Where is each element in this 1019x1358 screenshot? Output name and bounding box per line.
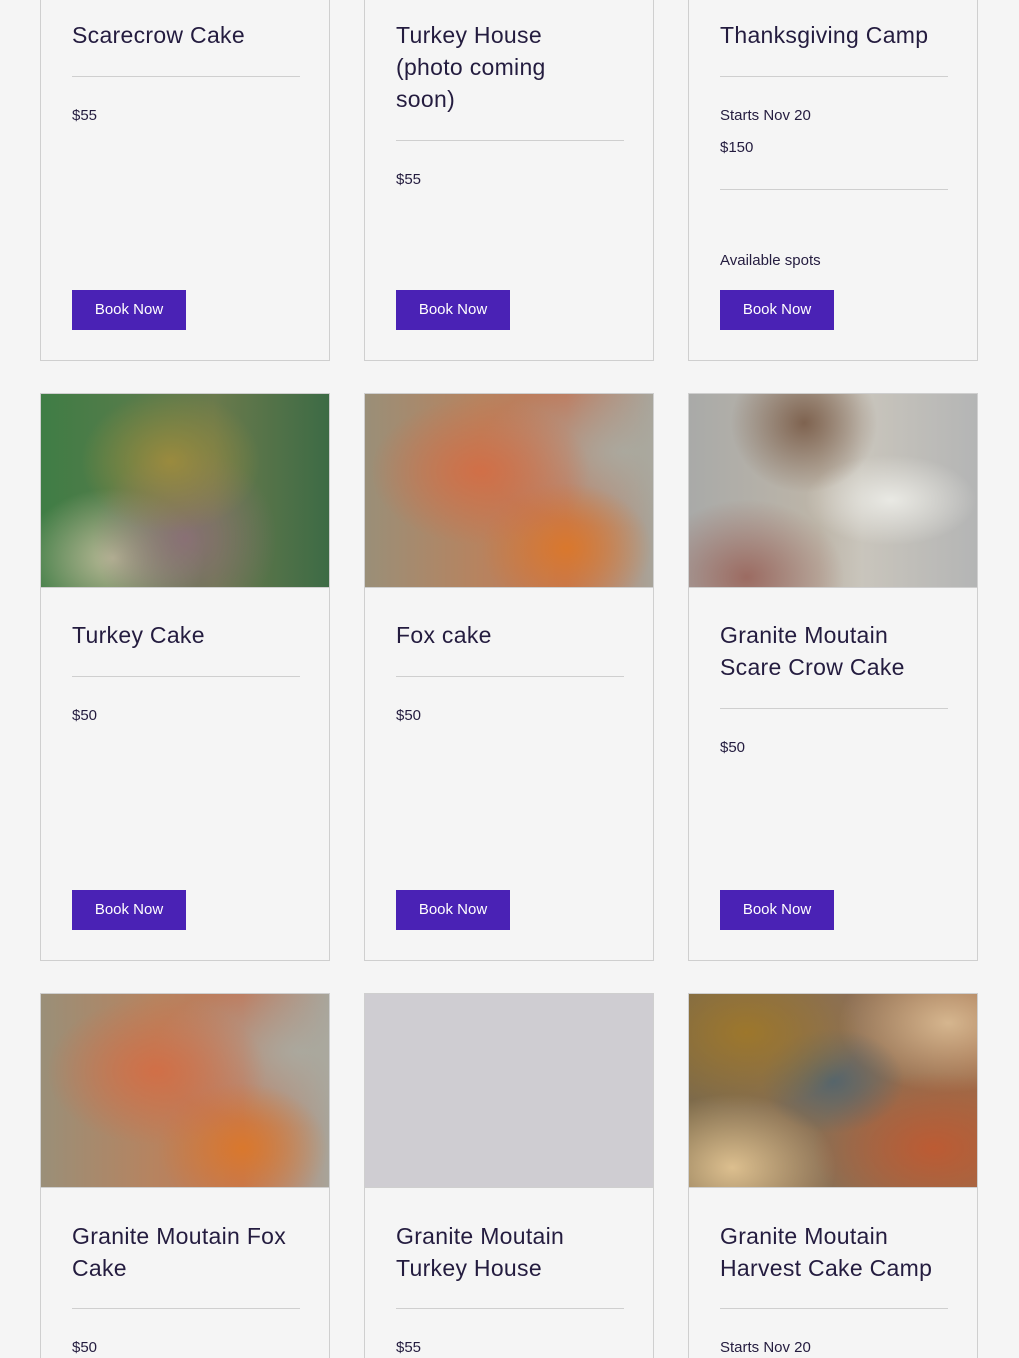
divider (720, 76, 948, 77)
service-title[interactable]: Turkey Cake (72, 619, 302, 651)
divider (720, 708, 948, 709)
service-price: $55 (72, 107, 98, 124)
service-price: $50 (720, 739, 746, 756)
scarecrow-cake-image[interactable] (689, 394, 977, 588)
service-price: $50 (72, 707, 98, 724)
image-placeholder[interactable] (365, 994, 653, 1188)
book-now-button[interactable]: Book Now (720, 290, 834, 330)
service-card-turkey-house: Turkey House (photo coming soon) $55 Boo… (364, 0, 654, 361)
service-card-granite-turkey-house: Granite Moutain Turkey House $55 (364, 993, 654, 1358)
service-card-turkey-cake: Turkey Cake $50 Book Now (40, 393, 330, 961)
turkey-cake-image[interactable] (41, 394, 329, 588)
service-price: $55 (396, 1339, 422, 1356)
service-title[interactable]: Granite Moutain Turkey House (396, 1220, 626, 1284)
service-price: $150 (720, 139, 754, 156)
availability-label: Available spots (720, 252, 821, 269)
fox-cake-image[interactable] (365, 394, 653, 588)
service-card-granite-harvest-camp: Granite Moutain Harvest Cake Camp Starts… (688, 993, 978, 1358)
book-now-button[interactable]: Book Now (396, 890, 510, 930)
service-title[interactable]: Scarecrow Cake (72, 19, 302, 51)
service-price: $55 (396, 171, 422, 188)
service-title[interactable]: Granite Moutain Harvest Cake Camp (720, 1220, 950, 1284)
service-start-date: Starts Nov 20 (720, 1339, 811, 1356)
book-now-button[interactable]: Book Now (720, 890, 834, 930)
divider (72, 676, 300, 677)
book-now-button[interactable]: Book Now (396, 290, 510, 330)
services-grid: Scarecrow Cake $55 Book Now Turkey House… (0, 0, 1019, 1358)
service-title[interactable]: Granite Moutain Scare Crow Cake (720, 619, 950, 683)
service-title[interactable]: Turkey House (photo coming soon) (396, 19, 596, 115)
service-card-scarecrow-cake: Scarecrow Cake $55 Book Now (40, 0, 330, 361)
divider (72, 76, 300, 77)
fox-cake-image[interactable] (41, 994, 329, 1188)
service-price: $50 (72, 1339, 98, 1356)
divider (720, 1308, 948, 1309)
harvest-cake-image[interactable] (689, 994, 977, 1188)
service-title[interactable]: Fox cake (396, 619, 626, 651)
book-now-button[interactable]: Book Now (72, 890, 186, 930)
divider (396, 676, 624, 677)
service-card-thanksgiving-camp: Thanksgiving Camp Starts Nov 20 $150 Ava… (688, 0, 978, 361)
service-title[interactable]: Thanksgiving Camp (720, 19, 950, 51)
service-start-date: Starts Nov 20 (720, 107, 811, 124)
service-title[interactable]: Granite Moutain Fox Cake (72, 1220, 302, 1284)
divider (396, 1308, 624, 1309)
book-now-button[interactable]: Book Now (72, 290, 186, 330)
service-price: $50 (396, 707, 422, 724)
service-card-granite-fox-cake: Granite Moutain Fox Cake $50 (40, 993, 330, 1358)
service-card-granite-scarecrow-cake: Granite Moutain Scare Crow Cake $50 Book… (688, 393, 978, 961)
divider (72, 1308, 300, 1309)
divider (720, 189, 948, 190)
divider (396, 140, 624, 141)
service-card-fox-cake: Fox cake $50 Book Now (364, 393, 654, 961)
